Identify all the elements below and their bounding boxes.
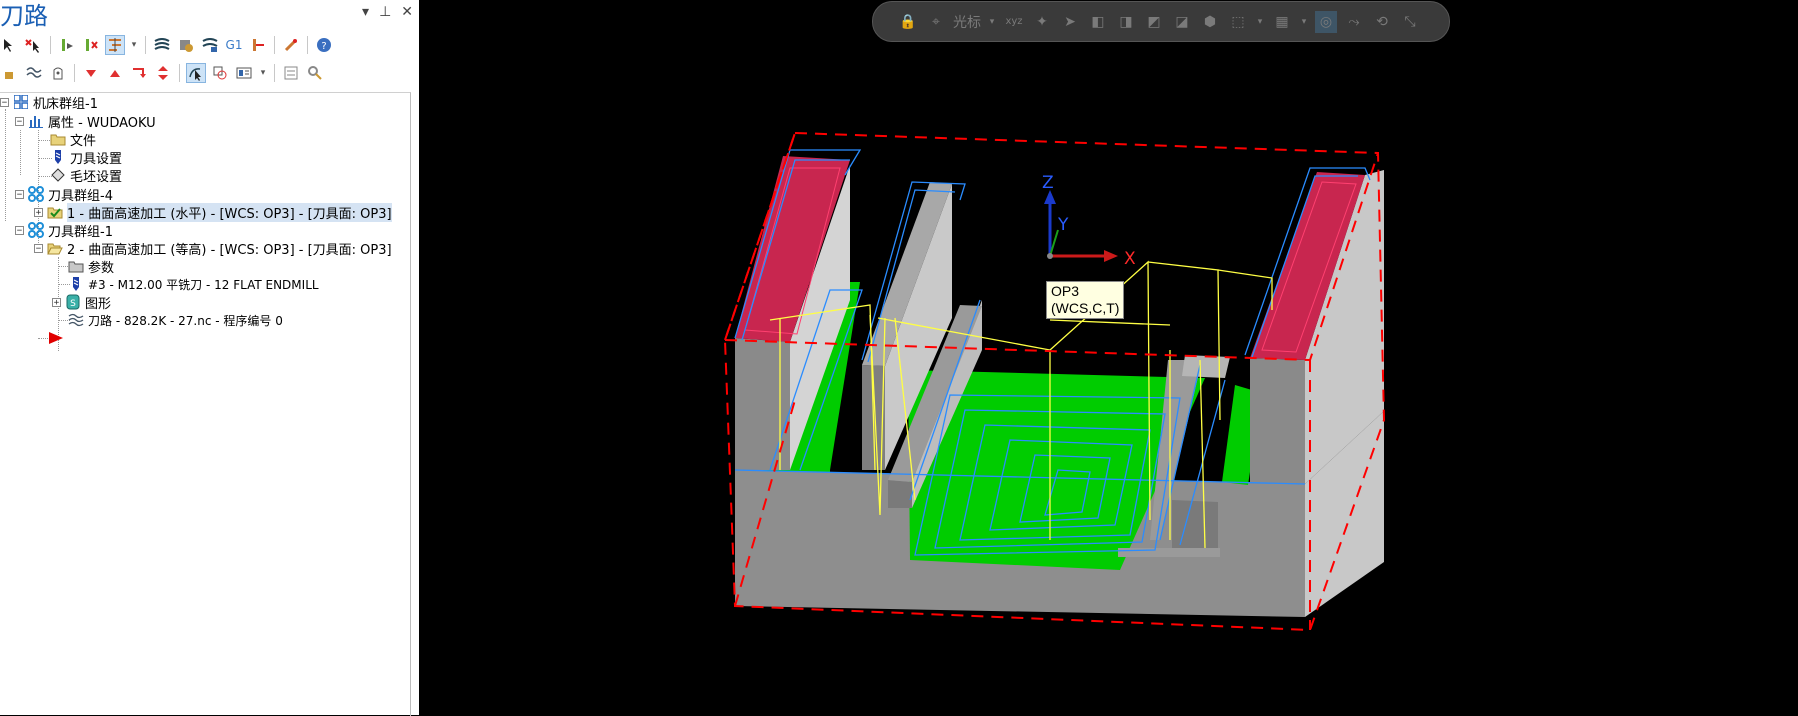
select-face-icon[interactable]: ◩: [1143, 11, 1165, 33]
z-axis-label: Z: [1042, 173, 1054, 193]
wcs-axes: [1044, 190, 1118, 262]
x-axis-label: X: [1124, 249, 1136, 269]
left-wall-front: [735, 338, 790, 470]
color-solid-icon[interactable]: ⬢: [1199, 11, 1221, 33]
select-body-icon[interactable]: ◨: [1115, 11, 1137, 33]
dropdown-arrow-icon[interactable]: ▾: [987, 11, 997, 33]
select-edge-icon[interactable]: ◪: [1171, 11, 1193, 33]
window-select-icon[interactable]: ▦: [1271, 11, 1293, 33]
verify-mode-icon[interactable]: ◎: [1315, 10, 1337, 33]
y-axis-label: Y: [1057, 215, 1069, 235]
point-icon[interactable]: ✦: [1031, 11, 1053, 33]
3d-scene: Z Y X: [723, 131, 1386, 632]
dropdown-arrow-icon[interactable]: ▾: [1255, 11, 1265, 33]
select-arrow-icon[interactable]: ➤: [1059, 11, 1081, 33]
middle-rib-front: [888, 480, 912, 508]
right-rib-top: [1182, 355, 1230, 378]
pan-icon[interactable]: ⤡: [1399, 11, 1421, 33]
cursor-icon[interactable]: ⌖: [925, 11, 947, 33]
lower-step-top: [1118, 548, 1220, 557]
clear-selection-icon[interactable]: ⤳: [1343, 11, 1365, 33]
right-wall-front: [1250, 358, 1305, 484]
right-rib-front: [1172, 500, 1218, 555]
cursor-mode-label[interactable]: 光标: [953, 12, 981, 32]
rotate-view-icon[interactable]: ⟲: [1371, 11, 1393, 33]
tooltip-line-2: (WCS,C,T): [1051, 300, 1120, 316]
dropdown-arrow-icon[interactable]: ▾: [1299, 11, 1309, 33]
select-solid-icon[interactable]: ◧: [1087, 11, 1109, 33]
select-options-icon[interactable]: ⬚: [1227, 11, 1249, 33]
xyz-icon[interactable]: xyz: [1003, 11, 1025, 33]
tooltip-line-1: OP3: [1051, 283, 1080, 299]
lock-icon[interactable]: 🔒: [897, 11, 919, 33]
wcs-tooltip: OP3 (WCS,C,T): [1046, 281, 1125, 319]
viewport-quick-toolbar: 🔒 ⌖ 光标 ▾ xyz ✦ ➤ ◧ ◨ ◩ ◪ ⬢ ⬚ ▾ ▦ ▾ ◎ ⤳ ⟲…: [872, 1, 1450, 42]
